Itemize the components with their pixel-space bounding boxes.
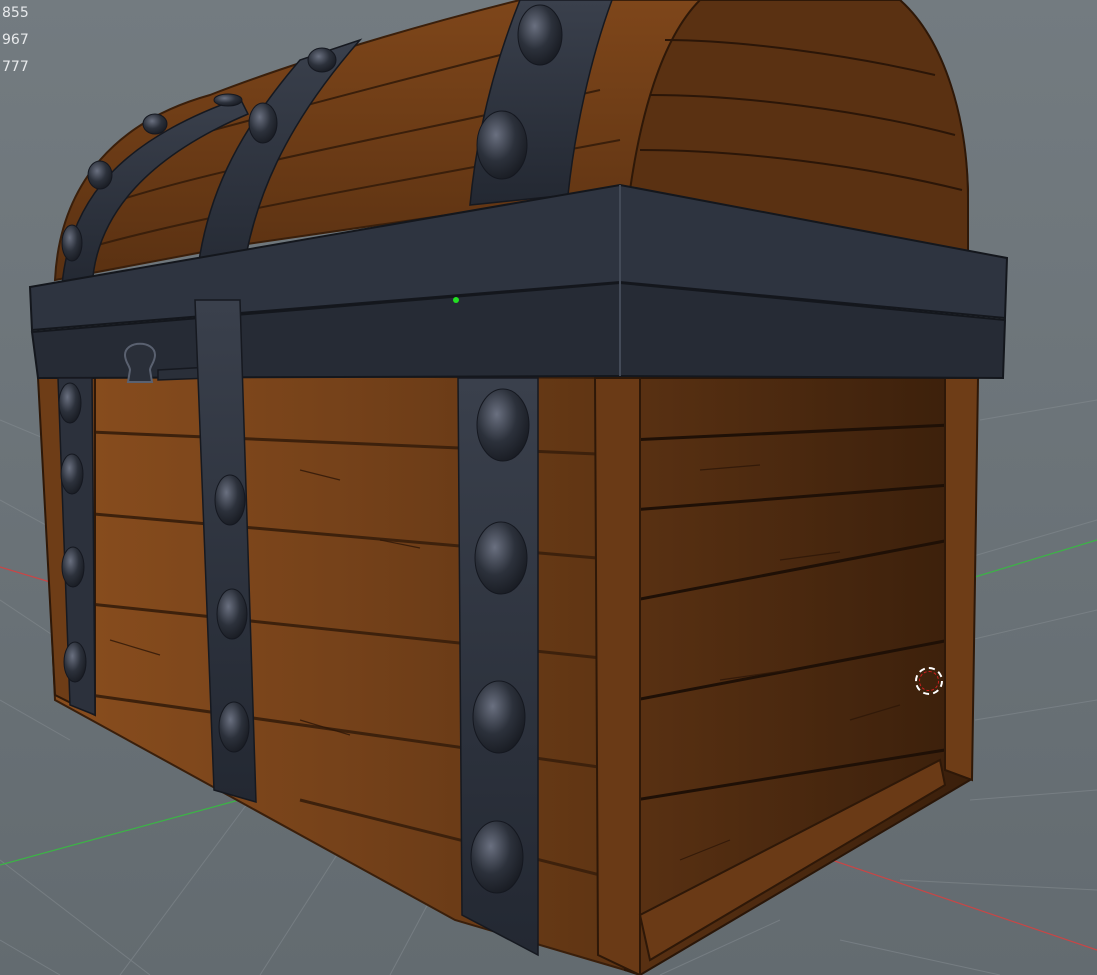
keyhole-icon <box>123 342 157 383</box>
viewport-scene[interactable] <box>0 0 1097 975</box>
stat-line-1: 855 <box>2 5 29 21</box>
pivot-point-icon <box>453 297 459 303</box>
chest-corner-post <box>593 377 641 975</box>
3d-viewport[interactable]: 855 967 777 <box>0 0 1097 975</box>
stat-line-2: 967 <box>2 32 29 48</box>
viewport-stats-overlay: 855 967 777 <box>2 0 29 81</box>
stat-line-3: 777 <box>2 59 29 75</box>
brush-cursor-icon <box>915 667 943 695</box>
chest-right-post <box>944 377 980 782</box>
